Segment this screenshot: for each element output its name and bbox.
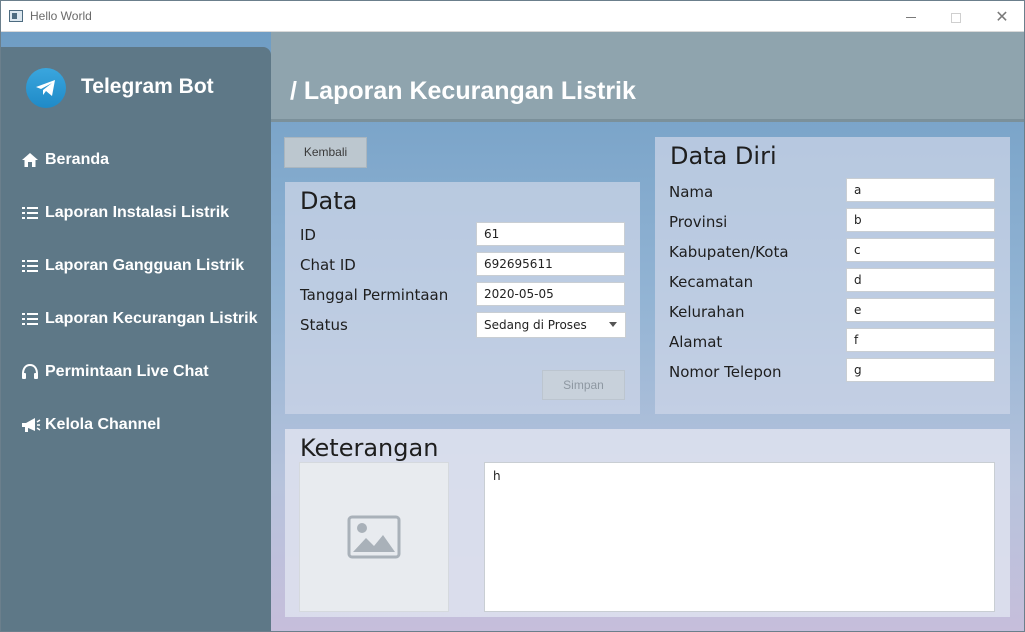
minimize-icon [906, 17, 916, 18]
close-button[interactable]: ✕ [979, 1, 1024, 32]
alamat-field[interactable]: f [846, 328, 995, 352]
app-icon [9, 10, 23, 22]
id-field[interactable]: 61 [476, 222, 625, 246]
tanggal-permintaan-field[interactable]: 2020-05-05 [476, 282, 625, 306]
list-icon [21, 258, 39, 274]
page-header: / Laporan Kecurangan Listrik [271, 32, 1024, 122]
field-label-tanggal: Tanggal Permintaan [300, 286, 449, 304]
home-icon [21, 152, 39, 168]
provinsi-field[interactable]: b [846, 208, 995, 232]
minimize-button[interactable] [888, 1, 934, 32]
back-button[interactable]: Kembali [284, 137, 367, 168]
status-select[interactable]: Sedang di Proses [476, 312, 626, 338]
data-diri-panel-title: Data Diri [670, 142, 777, 170]
field-label-kabupaten: Kabupaten/Kota [669, 243, 789, 261]
maximize-icon [951, 12, 961, 23]
chevron-down-icon [609, 322, 617, 327]
sidebar-item-beranda[interactable]: Beranda [21, 147, 266, 175]
save-button[interactable]: Simpan [542, 370, 625, 400]
status-select-value: Sedang di Proses [484, 318, 587, 332]
sidebar-item-laporan-kecurangan[interactable]: Laporan Kecurangan Listrik [21, 306, 266, 334]
sidebar-item-label: Laporan Kecurangan Listrik [45, 310, 258, 327]
kelurahan-field[interactable]: e [846, 298, 995, 322]
sidebar-item-label: Laporan Instalasi Listrik [45, 204, 230, 221]
keterangan-panel-title: Keterangan [300, 434, 439, 462]
field-label-provinsi: Provinsi [669, 213, 728, 231]
data-panel-title: Data [300, 187, 358, 215]
sidebar-item-label: Permintaan Live Chat [45, 363, 209, 380]
image-preview[interactable] [299, 462, 449, 612]
list-icon [21, 311, 39, 327]
close-icon: ✕ [995, 7, 1009, 26]
field-label-alamat: Alamat [669, 333, 723, 351]
list-icon [21, 205, 39, 221]
app-window: Hello World ✕ Telegram Bot Beranda Lapor… [0, 0, 1025, 632]
field-label-id: ID [300, 226, 316, 244]
image-placeholder-icon [347, 515, 401, 559]
headset-icon [21, 363, 39, 380]
window-title: Hello World [30, 9, 92, 23]
sidebar-item-label: Kelola Channel [45, 416, 161, 433]
field-label-kelurahan: Kelurahan [669, 303, 745, 321]
brand-name: Telegram Bot [81, 75, 214, 98]
sidebar-item-label: Laporan Gangguan Listrik [45, 257, 245, 274]
nomor-telepon-field[interactable]: g [846, 358, 995, 382]
sidebar-item-live-chat[interactable]: Permintaan Live Chat [21, 359, 266, 387]
field-label-chat-id: Chat ID [300, 256, 356, 274]
field-label-status: Status [300, 316, 348, 334]
kecamatan-field[interactable]: d [846, 268, 995, 292]
field-label-nomor-telepon: Nomor Telepon [669, 363, 782, 381]
page-title: / Laporan Kecurangan Listrik [290, 77, 636, 105]
sidebar-item-laporan-instalasi[interactable]: Laporan Instalasi Listrik [21, 200, 266, 228]
sidebar-item-kelola-channel[interactable]: Kelola Channel [21, 412, 266, 440]
nama-field[interactable]: a [846, 178, 995, 202]
sidebar: Telegram Bot Beranda Laporan Instalasi L… [1, 47, 271, 631]
field-label-nama: Nama [669, 183, 714, 201]
maximize-button[interactable] [933, 1, 979, 32]
keterangan-textarea[interactable]: h [484, 462, 995, 612]
chat-id-field[interactable]: 692695611 [476, 252, 625, 276]
sidebar-item-laporan-gangguan[interactable]: Laporan Gangguan Listrik [21, 253, 266, 281]
sidebar-item-label: Beranda [45, 151, 110, 168]
kabupaten-kota-field[interactable]: c [846, 238, 995, 262]
megaphone-icon [21, 417, 41, 433]
title-bar: Hello World ✕ [1, 1, 1024, 32]
field-label-kecamatan: Kecamatan [669, 273, 754, 291]
telegram-logo-icon [26, 68, 66, 108]
